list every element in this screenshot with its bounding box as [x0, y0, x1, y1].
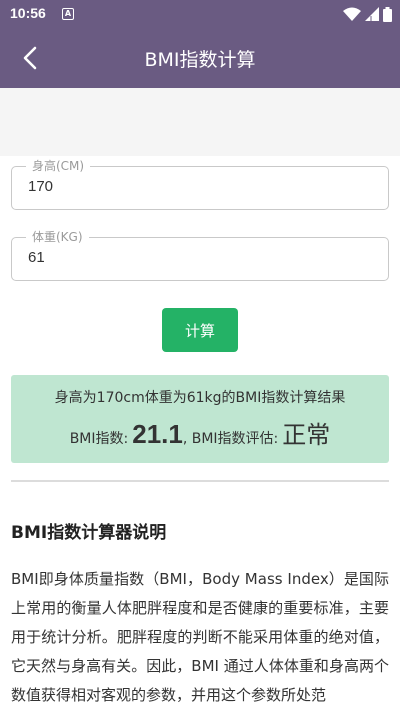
info-title: BMI指数计算器说明 — [11, 523, 167, 543]
weight-label: 体重(KG) — [26, 230, 89, 244]
result-values: BMI指数: 21.1 , BMI指数评估: 正常 — [11, 415, 389, 450]
app-bar: BMI指数计算 — [0, 28, 400, 88]
status-time: 10:56 — [10, 5, 46, 21]
eval-label: , BMI指数评估: — [182, 431, 279, 447]
signal-icon — [365, 7, 379, 21]
info-body: BMI即身体质量指数（BMI，Body Mass Index）是国际上常用的衡量… — [11, 570, 389, 704]
result-summary: 身高为170cm体重为61kg的BMI指数计算结果 — [54, 390, 346, 406]
height-field[interactable]: 身高(CM) — [11, 159, 389, 210]
calculate-button[interactable]: 计算 — [162, 308, 238, 352]
wifi-icon — [343, 7, 361, 21]
divider — [11, 480, 389, 482]
result-panel: 身高为170cm体重为61kg的BMI指数计算结果 BMI指数: 21.1 , … — [11, 375, 389, 463]
bmi-value: 21.1 — [132, 419, 183, 449]
height-input[interactable] — [28, 178, 368, 195]
status-bar: 10:56 A — [0, 0, 400, 28]
weight-input[interactable] — [28, 249, 368, 266]
eval-value: 正常 — [282, 421, 331, 449]
page-title: BMI指数计算 — [144, 49, 256, 71]
battery-icon — [383, 6, 392, 22]
banner-area — [0, 88, 400, 156]
system-icons — [343, 6, 392, 22]
weight-field[interactable]: 体重(KG) — [11, 230, 389, 281]
bmi-label: BMI指数: — [69, 431, 129, 447]
height-label: 身高(CM) — [26, 159, 91, 173]
notification-icon: A — [62, 8, 74, 20]
